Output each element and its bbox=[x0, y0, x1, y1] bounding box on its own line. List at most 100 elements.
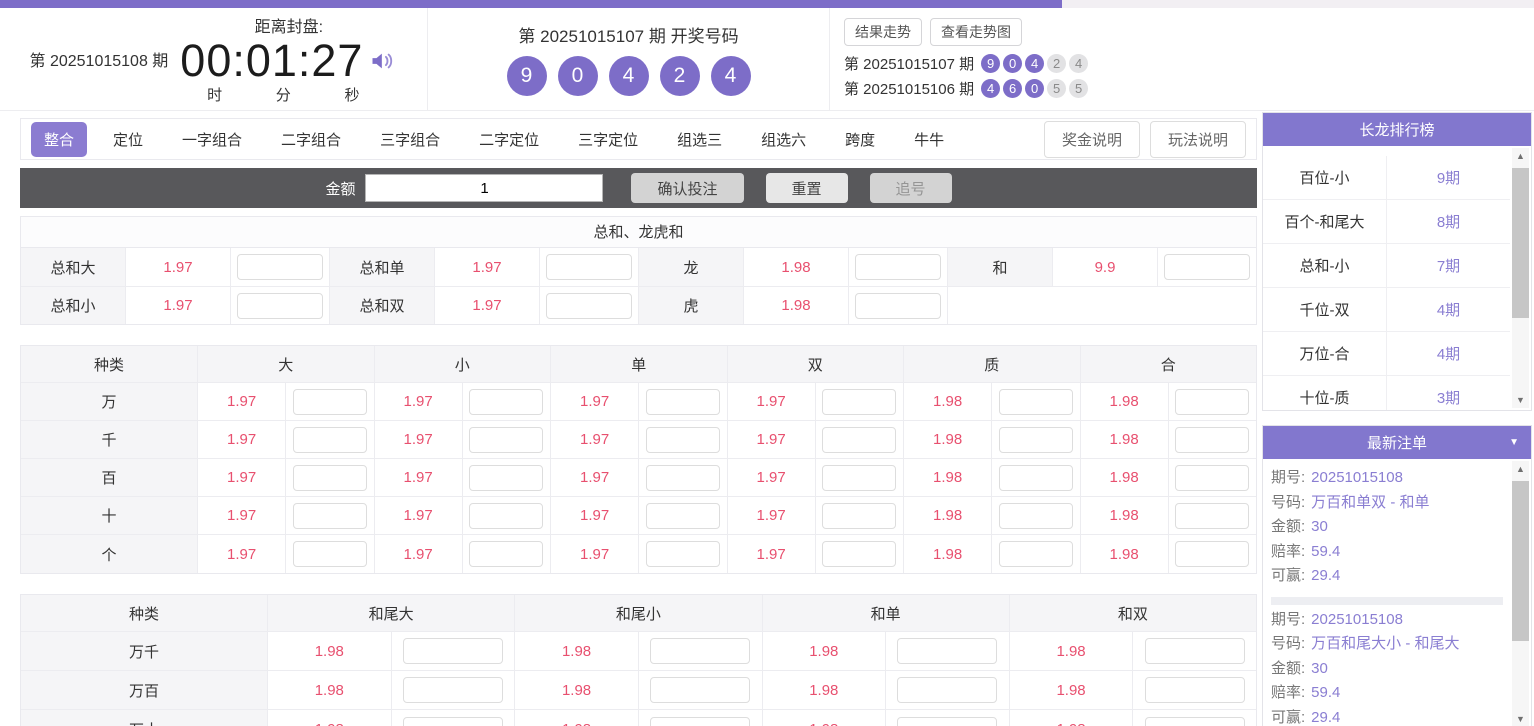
odds-value[interactable]: 9.9 bbox=[1053, 248, 1158, 286]
scrollbar-thumb[interactable] bbox=[1512, 481, 1529, 641]
bet-amount-input[interactable] bbox=[1145, 638, 1245, 664]
odds-value[interactable]: 1.98 bbox=[1010, 632, 1134, 670]
odds-value[interactable]: 1.97 bbox=[198, 535, 286, 573]
bet-amount-input[interactable] bbox=[469, 427, 543, 453]
bet-amount-input[interactable] bbox=[822, 465, 896, 491]
odds-value[interactable]: 1.97 bbox=[435, 248, 540, 286]
bet-amount-input[interactable] bbox=[646, 427, 720, 453]
play-tab[interactable]: 三字定位 bbox=[565, 122, 651, 157]
bet-amount-input[interactable] bbox=[650, 638, 750, 664]
bet-amount-input[interactable] bbox=[293, 503, 367, 529]
result-trend-button[interactable]: 结果走势 bbox=[844, 18, 922, 46]
bet-amount-input[interactable] bbox=[469, 389, 543, 415]
chase-number-button[interactable]: 追号 bbox=[870, 173, 952, 203]
bet-amount-input[interactable] bbox=[1145, 717, 1245, 726]
scrollbar[interactable]: ▲ ▼ bbox=[1512, 148, 1529, 408]
rules-info-button[interactable]: 玩法说明 bbox=[1150, 121, 1246, 158]
odds-value[interactable]: 1.97 bbox=[375, 459, 463, 496]
odds-value[interactable]: 1.97 bbox=[435, 287, 540, 324]
reset-button[interactable]: 重置 bbox=[766, 173, 848, 203]
odds-value[interactable]: 1.97 bbox=[551, 383, 639, 420]
bet-amount-input[interactable] bbox=[546, 293, 632, 319]
bet-amount-input[interactable] bbox=[1175, 541, 1249, 567]
odds-value[interactable]: 1.98 bbox=[268, 632, 392, 670]
collapse-caret-icon[interactable]: ▼ bbox=[1509, 437, 1519, 448]
odds-value[interactable]: 1.98 bbox=[763, 632, 887, 670]
odds-value[interactable]: 1.98 bbox=[515, 671, 639, 709]
bet-amount-input[interactable] bbox=[469, 465, 543, 491]
play-tab[interactable]: 牛牛 bbox=[901, 122, 957, 157]
bet-amount-input[interactable] bbox=[999, 427, 1073, 453]
bet-amount-input[interactable] bbox=[469, 541, 543, 567]
odds-value[interactable]: 1.97 bbox=[728, 497, 816, 534]
bet-amount-input[interactable] bbox=[546, 254, 632, 280]
bonus-info-button[interactable]: 奖金说明 bbox=[1044, 121, 1140, 158]
bet-amount-input[interactable] bbox=[1175, 465, 1249, 491]
bet-amount-input[interactable] bbox=[646, 389, 720, 415]
odds-value[interactable]: 1.97 bbox=[728, 383, 816, 420]
odds-value[interactable]: 1.97 bbox=[375, 421, 463, 458]
bet-amount-input[interactable] bbox=[822, 541, 896, 567]
odds-value[interactable]: 1.97 bbox=[728, 421, 816, 458]
bet-amount-input[interactable] bbox=[822, 503, 896, 529]
bet-amount-input[interactable] bbox=[897, 638, 997, 664]
bet-amount-input[interactable] bbox=[293, 389, 367, 415]
bet-amount-input[interactable] bbox=[646, 503, 720, 529]
odds-value[interactable]: 1.98 bbox=[744, 287, 849, 324]
odds-value[interactable]: 1.98 bbox=[1010, 710, 1134, 726]
scrollbar[interactable]: ▲ ▼ bbox=[1512, 461, 1529, 726]
odds-value[interactable]: 1.98 bbox=[1081, 535, 1169, 573]
play-tab[interactable]: 组选三 bbox=[664, 122, 735, 157]
bet-amount-input[interactable] bbox=[999, 503, 1073, 529]
odds-value[interactable]: 1.98 bbox=[268, 710, 392, 726]
bet-amount-input[interactable] bbox=[650, 717, 750, 726]
odds-value[interactable]: 1.98 bbox=[904, 383, 992, 420]
bet-amount-input[interactable] bbox=[293, 541, 367, 567]
bet-amount-input[interactable] bbox=[293, 427, 367, 453]
bet-amount-input[interactable] bbox=[999, 465, 1073, 491]
bet-amount-input[interactable] bbox=[855, 293, 941, 319]
bet-amount-input[interactable] bbox=[237, 293, 323, 319]
odds-value[interactable]: 1.98 bbox=[1010, 671, 1134, 709]
play-tab[interactable]: 整合 bbox=[31, 122, 87, 157]
view-trend-chart-button[interactable]: 查看走势图 bbox=[930, 18, 1022, 46]
bet-amount-input[interactable] bbox=[403, 677, 503, 703]
odds-value[interactable]: 1.97 bbox=[551, 535, 639, 573]
play-tab[interactable]: 三字组合 bbox=[367, 122, 453, 157]
play-tab[interactable]: 组选六 bbox=[748, 122, 819, 157]
odds-value[interactable]: 1.98 bbox=[268, 671, 392, 709]
bet-amount-input[interactable] bbox=[1164, 254, 1250, 280]
bet-amount-input[interactable] bbox=[999, 541, 1073, 567]
bet-amount-input[interactable] bbox=[999, 389, 1073, 415]
odds-value[interactable]: 1.97 bbox=[375, 383, 463, 420]
bet-amount-input[interactable] bbox=[897, 677, 997, 703]
odds-value[interactable]: 1.98 bbox=[904, 459, 992, 496]
odds-value[interactable]: 1.98 bbox=[904, 535, 992, 573]
bet-amount-input[interactable] bbox=[403, 717, 503, 726]
scroll-down-icon[interactable]: ▼ bbox=[1512, 392, 1529, 408]
odds-value[interactable]: 1.98 bbox=[1081, 421, 1169, 458]
odds-value[interactable]: 1.98 bbox=[1081, 497, 1169, 534]
odds-value[interactable]: 1.98 bbox=[763, 671, 887, 709]
odds-value[interactable]: 1.98 bbox=[1081, 383, 1169, 420]
odds-value[interactable]: 1.98 bbox=[515, 632, 639, 670]
bet-amount-input[interactable] bbox=[1175, 503, 1249, 529]
odds-value[interactable]: 1.97 bbox=[728, 535, 816, 573]
bet-amount-input[interactable] bbox=[1175, 389, 1249, 415]
bet-amount-input[interactable] bbox=[650, 677, 750, 703]
play-tab[interactable]: 定位 bbox=[100, 122, 156, 157]
odds-value[interactable]: 1.98 bbox=[904, 421, 992, 458]
bet-amount-input[interactable] bbox=[646, 465, 720, 491]
bet-amount-input[interactable] bbox=[237, 254, 323, 280]
odds-value[interactable]: 1.97 bbox=[198, 497, 286, 534]
bet-amount-input[interactable] bbox=[855, 254, 941, 280]
odds-value[interactable]: 1.97 bbox=[126, 248, 231, 286]
odds-value[interactable]: 1.97 bbox=[375, 535, 463, 573]
play-tab[interactable]: 二字组合 bbox=[268, 122, 354, 157]
play-tab[interactable]: 二字定位 bbox=[466, 122, 552, 157]
odds-value[interactable]: 1.97 bbox=[198, 383, 286, 420]
bet-amount-input[interactable] bbox=[469, 503, 543, 529]
play-tab[interactable]: 跨度 bbox=[832, 122, 888, 157]
odds-value[interactable]: 1.97 bbox=[551, 459, 639, 496]
odds-value[interactable]: 1.98 bbox=[1081, 459, 1169, 496]
